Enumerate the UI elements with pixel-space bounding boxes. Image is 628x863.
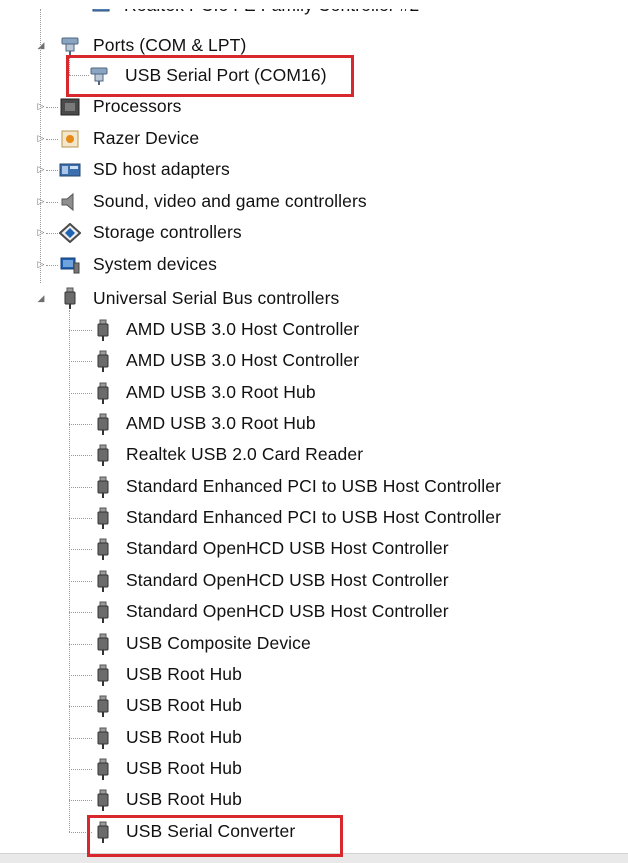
usb-plug-icon [92,413,114,436]
expanded-arrow-icon[interactable]: ◢ [36,294,46,304]
processor-icon [59,96,81,118]
storage-controller-icon [59,222,81,244]
tree-connector-line [69,831,92,833]
tree-item-label: USB Composite Device [126,632,311,653]
tree-connector-line [69,612,92,614]
tree-item-label: USB Root Hub [126,757,242,778]
tree-connector-line [46,138,58,140]
sd-host-adapter-icon [59,159,81,181]
usb-plug-icon [92,319,114,341]
tree-item-label: Standard Enhanced PCI to USB Host Contro… [126,475,502,496]
usb-plug-icon [92,444,114,467]
tree-item-label: Standard OpenHCD USB Host Controller [126,601,449,622]
tree-connector-line [69,392,92,394]
tree-connector-line [40,9,41,283]
tree-connector-line [69,737,92,739]
speaker-icon [59,191,81,213]
usb-plug-icon [92,727,114,749]
tree-item-label: USB Root Hub [126,695,242,716]
tree-connector-line [46,201,58,203]
tree-connector-line [46,264,58,266]
tree-item-label: USB Root Hub [126,663,242,684]
tree-connector-line [69,518,92,520]
tree-connector-line [69,674,92,676]
tree-connector-line [46,233,58,234]
device-manager-tree: Realtek PCIe FE Family Controller #2 ◢ P… [0,0,628,863]
tree-connector-line [46,170,58,171]
tree-connector-line [69,549,92,551]
tree-item-label: Standard OpenHCD USB Host Controller [126,538,449,559]
collapsed-arrow-icon[interactable]: ▷ [36,134,46,144]
usb-plug-icon [92,570,114,592]
category-label: Ports (COM & LPT) [93,35,247,55]
usb-plug-icon [92,695,114,718]
tree-item-label: USB Root Hub [126,726,242,747]
tree-connector-line [69,580,92,582]
tree-connector-line [69,706,92,708]
tree-item-label: AMD USB 3.0 Host Controller [126,350,360,371]
collapsed-arrow-icon[interactable]: ▷ [36,165,46,175]
tree-item-label: USB Serial Converter [126,820,296,841]
viewport-top-edge [0,0,628,9]
category-label: Sound, video and game controllers [93,190,367,211]
tree-connector-line [69,768,92,770]
tree-item-label: Standard OpenHCD USB Host Controller [126,569,449,590]
usb-plug-icon [92,789,114,812]
collapsed-arrow-icon[interactable]: ▷ [36,260,46,270]
tree-item-label: AMD USB 3.0 Root Hub [126,381,316,402]
tree-item-label: Realtek USB 2.0 Card Reader [126,444,364,465]
collapsed-arrow-icon[interactable]: ▷ [36,228,46,238]
collapsed-arrow-icon[interactable]: ▷ [36,197,46,207]
category-label: Storage controllers [93,222,242,242]
category-label: Processors [93,96,182,116]
usb-plug-icon [92,821,114,843]
usb-plug-icon [92,476,114,498]
system-devices-icon [59,254,81,276]
port-connector-icon [59,34,81,56]
usb-plug-icon [92,601,114,624]
tree-item-label: Standard Enhanced PCI to USB Host Contro… [126,507,502,528]
category-label: Razer Device [93,127,200,148]
tree-connector-line [69,424,92,426]
category-label: Universal Serial Bus controllers [93,288,340,308]
usb-plug-icon [92,538,114,561]
tree-connector-line [69,455,92,457]
tree-connector-line [69,643,92,645]
tree-connector-line [69,310,70,832]
tree-item-label: USB Serial Port (COM16) [125,65,327,85]
port-connector-icon [88,64,110,86]
tree-connector-line [69,486,92,488]
usb-plug-icon [92,633,114,655]
razer-device-icon [59,128,81,150]
tree-connector-line [69,56,70,75]
usb-plug-icon [59,287,81,309]
usb-plug-icon [92,350,114,373]
horizontal-scrollbar[interactable] [0,853,628,863]
usb-plug-icon [92,664,114,686]
usb-plug-icon [92,382,114,404]
category-label: SD host adapters [93,159,230,179]
tree-connector-line [69,361,92,363]
tree-connector-line [69,330,92,331]
category-label: System devices [93,253,217,274]
tree-item-label: AMD USB 3.0 Root Hub [126,413,316,434]
tree-connector-line [46,107,58,108]
collapsed-arrow-icon[interactable]: ▷ [36,102,46,112]
tree-item-label: AMD USB 3.0 Host Controller [126,319,360,339]
usb-plug-icon [92,507,114,530]
tree-item-label: USB Root Hub [126,789,242,810]
tree-connector-line [69,75,89,76]
expanded-arrow-icon[interactable]: ◢ [36,41,46,51]
usb-plug-icon [92,758,114,780]
tree-connector-line [69,800,92,802]
